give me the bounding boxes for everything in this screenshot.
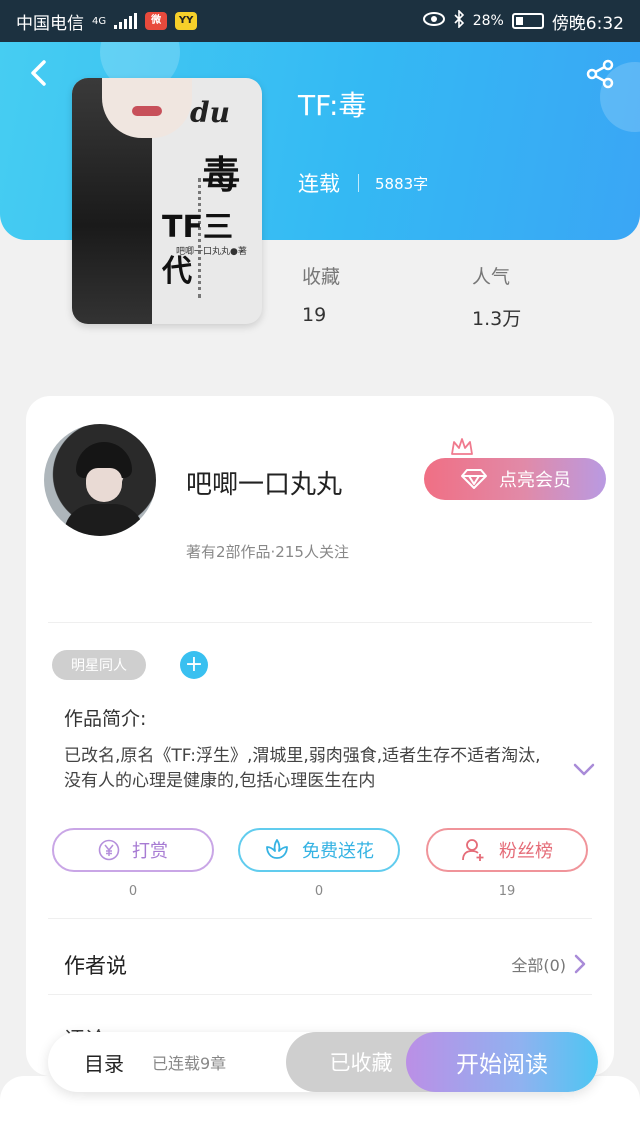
cover-title-main: 毒 (202, 152, 241, 197)
chapter-count: 已连载9章 (152, 1054, 227, 1073)
battery-percent: 28% (472, 13, 504, 29)
author-says-title[interactable]: 作者说 (64, 950, 127, 980)
author-says-all-label: 全部(0) (511, 956, 566, 975)
flower-count: 0 (314, 884, 324, 899)
signal-icon (114, 13, 138, 29)
book-status-row: 连载 5883字 (298, 168, 428, 198)
start-reading-button[interactable]: 开始阅读 (406, 1032, 598, 1092)
bottom-action-bar: 目录 已连载9章 已收藏 开始阅读 (48, 1032, 598, 1092)
chevron-left-icon (31, 60, 46, 86)
tag-chip[interactable]: 明星同人 (52, 650, 146, 680)
author-says-all-link[interactable]: 全部(0) (511, 952, 586, 976)
status-bar: 中国电信 4G 微 YY 28% 傍晚6:32 (0, 0, 640, 42)
crown-icon (451, 438, 473, 455)
intro-label: 作品简介: (64, 708, 147, 730)
catalog-button[interactable]: 目录 (48, 1048, 124, 1077)
reward-button[interactable]: 打赏 (52, 828, 214, 872)
cover-title-latin: du (190, 96, 230, 129)
add-tag-button[interactable]: + (180, 651, 208, 679)
eye-icon (422, 11, 445, 31)
author-name[interactable]: 吧唧一口丸丸 (186, 464, 342, 501)
send-flower-label: 免费送花 (302, 841, 374, 862)
divider (48, 994, 592, 995)
fan-count: 19 (498, 884, 516, 899)
chevron-right-icon (574, 954, 586, 974)
fan-user-icon (462, 839, 484, 861)
divider (48, 918, 592, 919)
fan-ranking-button[interactable]: 粉丝榜 (426, 828, 588, 872)
bluetooth-icon (453, 8, 465, 33)
share-button[interactable] (584, 58, 616, 90)
share-icon (586, 59, 614, 89)
status-divider (358, 174, 359, 192)
carrier-label: 中国电信 (16, 13, 84, 34)
weibo-icon: 微 (145, 12, 168, 30)
fan-ranking-label: 粉丝榜 (499, 841, 553, 862)
avatar-face (86, 468, 122, 502)
stat-label-popularity: 人气 (472, 266, 511, 288)
chevron-down-icon[interactable] (572, 762, 596, 778)
vip-button[interactable]: 点亮会员 (424, 458, 606, 500)
send-flower-button[interactable]: 免费送花 (238, 828, 400, 872)
book-title: TF:毒 (298, 89, 367, 122)
flower-icon (266, 839, 288, 859)
vip-button-label: 点亮会员 (499, 470, 571, 491)
book-detail-card: 吧唧一口丸丸 著有2部作品·215人关注 点亮会员 明星同人 + 作品简介: 已… (26, 396, 614, 1076)
yuan-icon (98, 839, 120, 861)
diamond-icon (461, 469, 487, 489)
divider (48, 622, 592, 623)
author-avatar[interactable] (44, 424, 156, 536)
clock: 傍晚6:32 (551, 13, 624, 34)
word-count: 5883字 (375, 174, 429, 193)
author-meta: 著有2部作品·215人关注 (186, 543, 349, 561)
stat-value-popularity: 1.3万 (472, 308, 522, 330)
stat-label-favorites: 收藏 (302, 266, 341, 288)
reward-label: 打赏 (132, 841, 168, 862)
intro-text: 已改名,原名《TF:浮生》,渭城里,弱肉强食,适者生存不适者淘汰,没有人的心理是… (64, 746, 541, 791)
book-cover[interactable]: du 毒 TF三代 吧唧一口丸丸●著 (72, 78, 262, 324)
cover-author: 吧唧一口丸丸●著 (176, 247, 247, 257)
stat-value-favorites: 19 (302, 304, 327, 326)
cover-lips (132, 106, 162, 116)
serial-status: 连载 (298, 172, 340, 196)
network-label: 4G (92, 15, 107, 27)
avatar-body (64, 504, 144, 536)
yy-icon: YY (175, 12, 198, 30)
reward-count: 0 (128, 884, 138, 899)
back-button[interactable] (24, 58, 54, 88)
battery-icon (511, 13, 544, 29)
